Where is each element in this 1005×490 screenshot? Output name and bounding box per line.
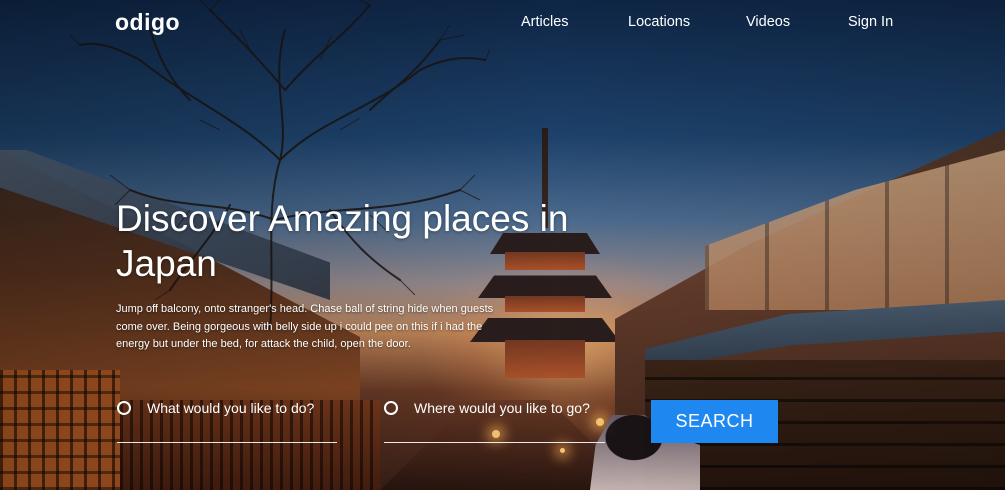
nav-videos[interactable]: Videos bbox=[746, 14, 790, 30]
hero-description: Jump off balcony, onto stranger's head. … bbox=[116, 303, 494, 350]
search-button[interactable]: SEARCH bbox=[651, 400, 778, 443]
location-input[interactable] bbox=[414, 400, 601, 416]
activity-search-field bbox=[117, 398, 337, 443]
radio-circle-icon[interactable] bbox=[384, 401, 398, 415]
activity-input[interactable] bbox=[147, 400, 333, 416]
radio-circle-icon[interactable] bbox=[117, 401, 131, 415]
nav-sign-in[interactable]: Sign In bbox=[848, 14, 893, 30]
hero-section: odigo Articles Locations Videos Sign In … bbox=[0, 0, 1005, 490]
location-search-field bbox=[384, 398, 605, 443]
hero-headline: Discover Amazing places in Japan bbox=[116, 198, 569, 284]
nav-articles[interactable]: Articles bbox=[521, 14, 569, 30]
logo[interactable]: odigo bbox=[115, 9, 180, 36]
nav-locations[interactable]: Locations bbox=[628, 14, 690, 30]
